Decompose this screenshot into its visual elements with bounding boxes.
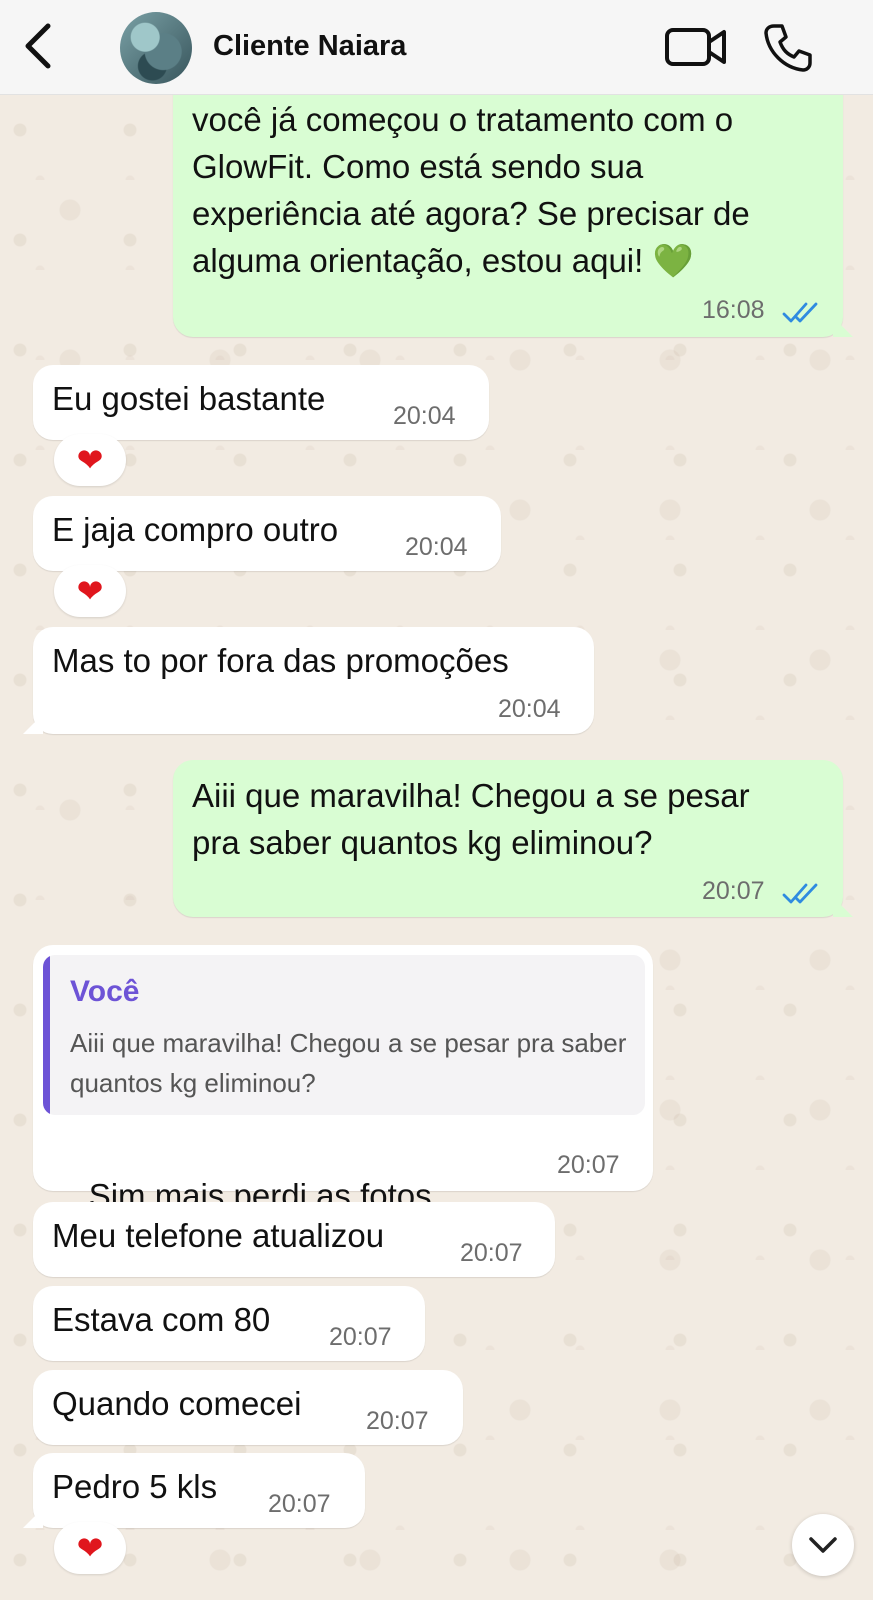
quoted-message[interactable]: Você Aiii que maravilha! Chegou a se pes… (43, 955, 645, 1115)
message-time: 20:04 (498, 695, 561, 723)
video-camera-icon (665, 28, 726, 66)
message-time: 20:07 (268, 1490, 331, 1518)
scroll-to-bottom-button[interactable] (792, 1514, 854, 1576)
message-time: 20:07 (329, 1323, 392, 1351)
reaction-heart[interactable]: ❤ (54, 434, 126, 486)
incoming-message[interactable]: Pedro 5 kls 20:07 (23, 1453, 365, 1528)
message-time: 20:07 (366, 1407, 429, 1435)
chat-header: Cliente Naiara (0, 0, 873, 95)
message-text: Pedro 5 kls (52, 1468, 218, 1505)
message-text: você já começou o tratamento com o GlowF… (192, 101, 750, 279)
message-time: 20:07 (460, 1239, 523, 1267)
message-text: Quando comecei (52, 1385, 302, 1422)
incoming-message[interactable]: Eu gostei bastante 20:04 (33, 365, 489, 440)
message-text: E jaja compro outro (52, 511, 339, 548)
message-text: Mas to por fora das promoções (52, 642, 509, 679)
message-text: Aiii que maravilha! Chegou a se pesar pr… (192, 777, 750, 861)
contact-name[interactable]: Cliente Naiara (213, 30, 406, 63)
quote-text: Aiii que maravilha! Chegou a se pesar pr… (70, 1028, 627, 1098)
quote-author: Você (70, 975, 140, 1008)
avatar[interactable] (120, 12, 192, 84)
outgoing-message[interactable]: você já começou o tratamento com o GlowF… (173, 60, 853, 337)
reaction-heart[interactable]: ❤ (54, 1522, 126, 1574)
outgoing-message[interactable]: Aiii que maravilha! Chegou a se pesar pr… (173, 760, 853, 917)
reaction-heart[interactable]: ❤ (54, 565, 126, 617)
message-text: Estava com 80 (52, 1301, 271, 1338)
message-time: 16:08 (702, 296, 765, 324)
back-button[interactable] (18, 20, 62, 72)
incoming-message[interactable]: E jaja compro outro 20:04 (33, 496, 501, 571)
message-time: 20:07 (702, 877, 765, 905)
phone-icon (764, 24, 812, 72)
incoming-message[interactable]: Quando comecei 20:07 (33, 1370, 463, 1445)
message-time: 20:04 (393, 402, 456, 430)
double-check-icon (782, 302, 818, 323)
incoming-message[interactable]: Meu telefone atualizou 20:07 (33, 1202, 555, 1277)
incoming-message[interactable]: Mas to por fora das promoções 20:04 (23, 627, 594, 734)
message-time: 20:07 (557, 1151, 620, 1179)
double-check-icon (782, 883, 818, 904)
message-text: Eu gostei bastante (52, 380, 326, 417)
voice-call-button[interactable] (762, 22, 814, 74)
message-text: Meu telefone atualizou (52, 1217, 385, 1254)
incoming-reply-message[interactable]: Você Aiii que maravilha! Chegou a se pes… (33, 945, 653, 1257)
quote-accent-bar (43, 955, 50, 1115)
chevron-left-icon (25, 23, 51, 69)
message-time: 20:04 (405, 533, 468, 561)
chevron-down-icon (809, 1537, 837, 1553)
video-call-button[interactable] (664, 24, 728, 70)
incoming-message[interactable]: Estava com 80 20:07 (33, 1286, 425, 1361)
